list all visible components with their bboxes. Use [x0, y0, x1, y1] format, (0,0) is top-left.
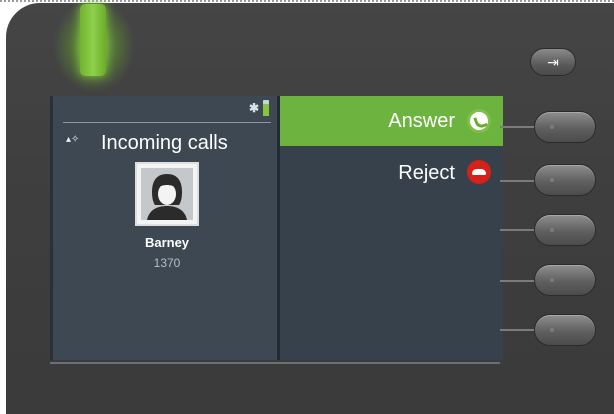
ringing-icon: ▴✧ [66, 134, 80, 145]
softkey-2-button[interactable] [534, 164, 596, 196]
softkey-5-button[interactable] [534, 314, 596, 346]
caller-number: 1370 [153, 256, 181, 270]
answer-option[interactable]: Answer [280, 96, 503, 146]
battery-icon [263, 100, 269, 116]
bluetooth-icon: ✱ [249, 101, 260, 115]
status-bar: ✱ [63, 96, 271, 123]
caller-name: Barney [144, 235, 190, 250]
call-info-pane: ✱ ▴✧ Incoming calls Barney 1370 [53, 96, 277, 360]
softkey-3-button[interactable] [534, 214, 596, 246]
call-options-pane: Answer Reject [280, 96, 503, 360]
softkey-connector [500, 280, 536, 282]
battery-level [263, 104, 269, 116]
phone-reject-icon [467, 160, 491, 184]
display-screen: ✱ ▴✧ Incoming calls Barney 1370 Answer R… [50, 96, 503, 360]
avatar [141, 168, 193, 220]
exit-key-button[interactable]: ⇥ [530, 48, 576, 76]
phone-answer-icon [467, 109, 491, 133]
exit-icon: ⇥ [547, 54, 559, 70]
softkey-1-button[interactable] [534, 111, 596, 143]
softkey-connector [500, 329, 536, 331]
incoming-calls-title: Incoming calls [101, 132, 228, 154]
softkey-4-button[interactable] [534, 264, 596, 296]
reject-label: Reject [398, 162, 455, 184]
softkey-connector [500, 229, 536, 231]
softkey-connector [500, 180, 536, 182]
screen-base-line [50, 362, 500, 364]
answer-label: Answer [388, 110, 455, 132]
device-bottom [6, 364, 614, 414]
notification-led [80, 4, 106, 76]
person-silhouette-icon [141, 168, 193, 220]
softkey-connector [500, 126, 536, 128]
reject-option[interactable]: Reject [280, 148, 503, 198]
caller-avatar-frame [135, 162, 199, 226]
